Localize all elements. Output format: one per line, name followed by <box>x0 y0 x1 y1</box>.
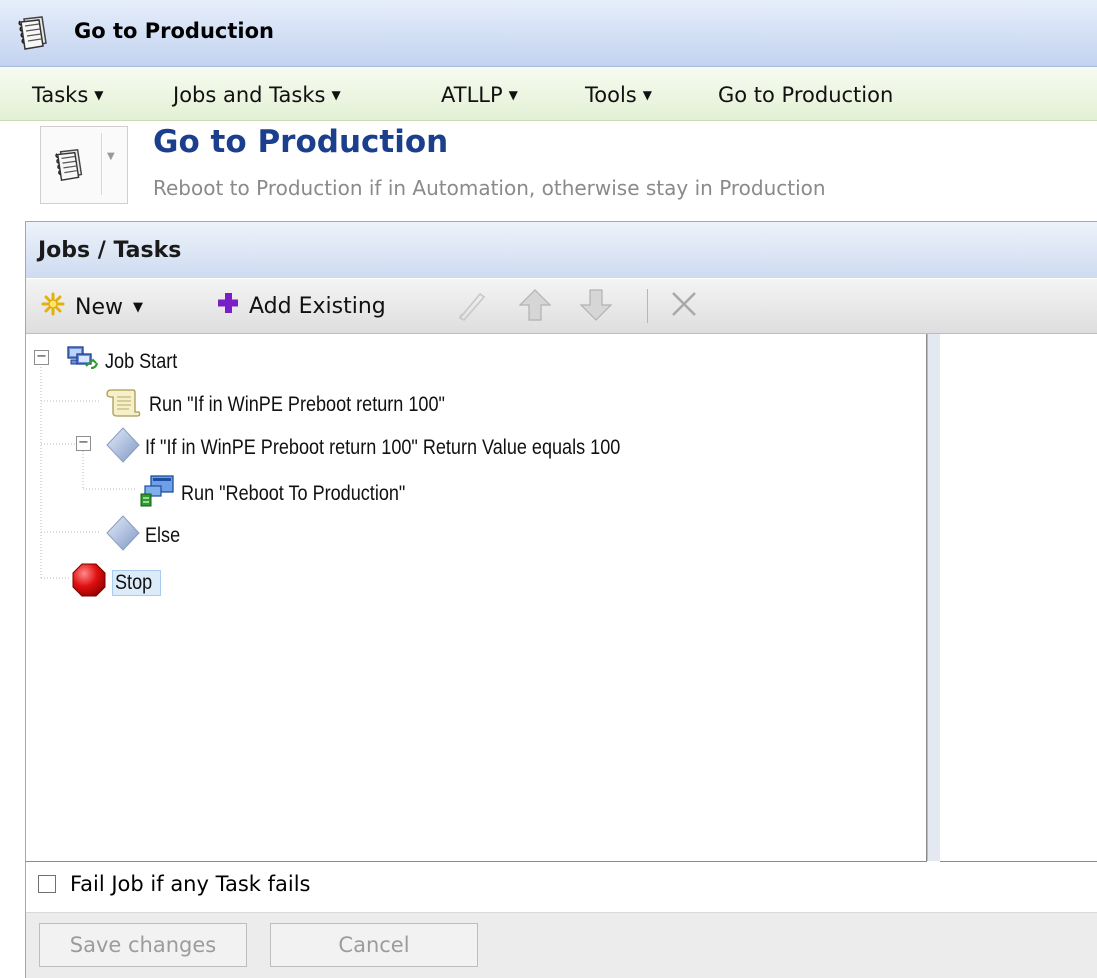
edit-pencil-icon[interactable] <box>454 288 488 322</box>
tree-node-else[interactable]: Else <box>105 514 186 558</box>
condition-icon <box>105 514 141 558</box>
window-title: Go to Production <box>74 19 274 43</box>
menu-atllp-label: ATLLP <box>441 83 503 107</box>
panel-header: Jobs / Tasks <box>26 222 1097 278</box>
job-start-icon <box>66 344 100 380</box>
tree-node-label: Run "If in WinPE Preboot return 100" <box>149 393 445 416</box>
fail-job-checkbox[interactable] <box>38 875 56 893</box>
save-changes-label: Save changes <box>69 933 217 957</box>
toolbar-divider <box>647 289 648 323</box>
window-title-bar: Go to Production <box>0 0 1097 67</box>
move-up-arrow-icon[interactable] <box>518 287 552 323</box>
menu-go-to-production[interactable]: Go to Production <box>718 83 893 107</box>
notepad-icon <box>53 147 89 187</box>
pane-splitter[interactable] <box>927 334 941 861</box>
add-existing-label: Add Existing <box>249 293 386 319</box>
tree-node-label: Job Start <box>105 350 178 373</box>
condition-icon <box>105 426 141 470</box>
new-button[interactable]: New ▼ <box>40 291 143 323</box>
new-label: New <box>75 294 123 320</box>
menu-tools[interactable]: Tools ▼ <box>585 83 652 107</box>
chevron-down-icon: ▼ <box>508 88 518 102</box>
menu-tasks-label: Tasks <box>32 83 89 107</box>
chevron-down-icon: ▼ <box>331 88 341 102</box>
menu-tools-label: Tools <box>585 83 637 107</box>
delete-x-icon[interactable] <box>669 289 699 319</box>
save-changes-button[interactable]: Save changes <box>39 923 247 967</box>
chevron-down-icon: ▼ <box>133 299 143 315</box>
cancel-label: Cancel <box>338 933 410 957</box>
add-existing-button[interactable]: Add Existing <box>216 291 386 321</box>
move-down-arrow-icon[interactable] <box>579 287 613 323</box>
chevron-down-icon: ▼ <box>94 88 104 102</box>
tree-node-label: Stop <box>115 571 153 594</box>
tree-node-job-start[interactable]: Job Start <box>66 344 189 380</box>
page-description: Reboot to Production if in Automation, o… <box>153 176 826 200</box>
menu-jobs-and-tasks[interactable]: Jobs and Tasks ▼ <box>173 83 341 107</box>
tree-node-label: Run "Reboot To Production" <box>181 482 406 505</box>
tree-node-if-condition[interactable]: If "If in WinPE Preboot return 100" Retu… <box>105 426 698 470</box>
tree-node-label-selected: Stop <box>112 570 162 596</box>
notepad-icon <box>16 15 54 55</box>
tree-node-label: Else <box>145 524 181 547</box>
fail-job-option[interactable]: Fail Job if any Task fails <box>38 872 310 896</box>
cancel-button[interactable]: Cancel <box>270 923 478 967</box>
menu-bar: Tasks ▼ Jobs and Tasks ▼ ATLLP ▼ Tools ▼ Go … <box>0 67 1097 121</box>
item-icon-picker[interactable]: ▼ <box>40 126 128 204</box>
plus-icon <box>216 291 240 321</box>
chevron-down-icon: ▼ <box>107 151 115 162</box>
fail-job-label: Fail Job if any Task fails <box>70 872 311 896</box>
menu-tasks[interactable]: Tasks ▼ <box>32 83 104 107</box>
collapse-toggle[interactable]: − <box>76 436 91 451</box>
tree-node-run-job[interactable]: Run "Reboot To Production" <box>139 474 442 514</box>
tree-node-run-script[interactable]: Run "If in WinPE Preboot return 100" <box>103 386 493 424</box>
new-star-icon <box>40 291 66 323</box>
panel-title: Jobs / Tasks <box>38 238 182 263</box>
chevron-down-icon: ▼ <box>642 88 652 102</box>
divider <box>101 133 102 195</box>
run-job-icon <box>139 474 177 514</box>
tree-node-label: If "If in WinPE Preboot return 100" Retu… <box>145 436 621 459</box>
page-title: Go to Production <box>153 124 449 160</box>
tree-node-stop[interactable]: Stop <box>71 562 162 604</box>
details-pane <box>940 334 1097 862</box>
toolbar: New ▼ Add Existing <box>26 279 1097 334</box>
menu-go-to-production-label: Go to Production <box>718 83 894 107</box>
menu-atllp[interactable]: ATLLP ▼ <box>441 83 518 107</box>
task-tree[interactable]: − Job Start Run "If in WinPE Preboot ret… <box>26 334 927 862</box>
menu-jobs-and-tasks-label: Jobs and Tasks <box>173 83 326 107</box>
collapse-toggle[interactable]: − <box>34 350 49 365</box>
script-icon <box>103 386 143 424</box>
stop-icon <box>71 562 107 604</box>
